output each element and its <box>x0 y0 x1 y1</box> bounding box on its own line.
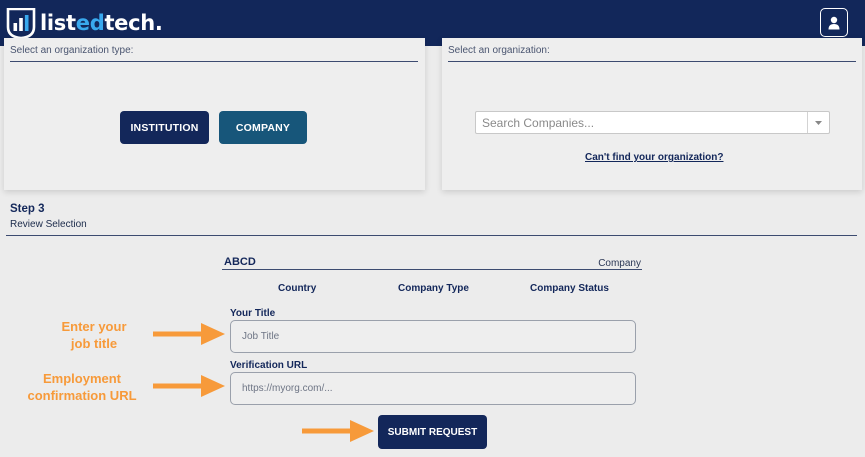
step-subtitle: Review Selection <box>10 219 87 230</box>
submit-request-button[interactable]: SUBMIT REQUEST <box>378 415 487 449</box>
caret-down-icon <box>815 120 822 125</box>
verification-url-label: Verification URL <box>230 360 308 371</box>
cant-find-organization-link[interactable]: Can't find your organization? <box>585 152 723 163</box>
arrow-right-icon <box>153 375 225 397</box>
column-header-company-status: Company Status <box>530 283 609 294</box>
logo-wordmark: listedtech. <box>40 11 163 35</box>
listedtech-logo[interactable]: listedtech. <box>6 7 163 39</box>
arrow-right-icon <box>302 420 374 442</box>
divider <box>448 61 856 62</box>
job-title-input[interactable] <box>230 320 636 353</box>
column-header-country: Country <box>278 283 317 294</box>
organization-type-caption: Select an organization type: <box>10 45 134 56</box>
arrow-right-icon <box>153 323 225 345</box>
employment-url-annotation: Employment confirmation URL <box>27 371 137 403</box>
user-icon <box>828 16 840 29</box>
dropdown-toggle[interactable] <box>807 112 829 133</box>
user-menu-button[interactable] <box>820 8 848 37</box>
company-search-input[interactable] <box>476 112 806 133</box>
divider <box>222 269 642 270</box>
organization-select-card: Select an organization: Can't find your … <box>442 38 862 190</box>
company-search-select[interactable] <box>475 111 830 134</box>
institution-button[interactable]: INSTITUTION <box>120 111 209 144</box>
selected-organization-type: Company <box>598 258 641 269</box>
step-title: Step 3 <box>10 203 45 215</box>
shield-chart-icon <box>6 7 36 39</box>
divider <box>6 235 857 236</box>
divider <box>10 61 418 62</box>
column-header-company-type: Company Type <box>398 283 469 294</box>
verification-url-input[interactable] <box>230 372 636 405</box>
job-title-annotation: Enter your job title <box>61 319 127 351</box>
organization-type-card: Select an organization type: INSTITUTION… <box>4 38 425 190</box>
selected-organization-name: ABCD <box>224 256 256 268</box>
company-button[interactable]: COMPANY <box>219 111 307 144</box>
organization-select-caption: Select an organization: <box>448 45 550 56</box>
your-title-label: Your Title <box>230 308 276 319</box>
